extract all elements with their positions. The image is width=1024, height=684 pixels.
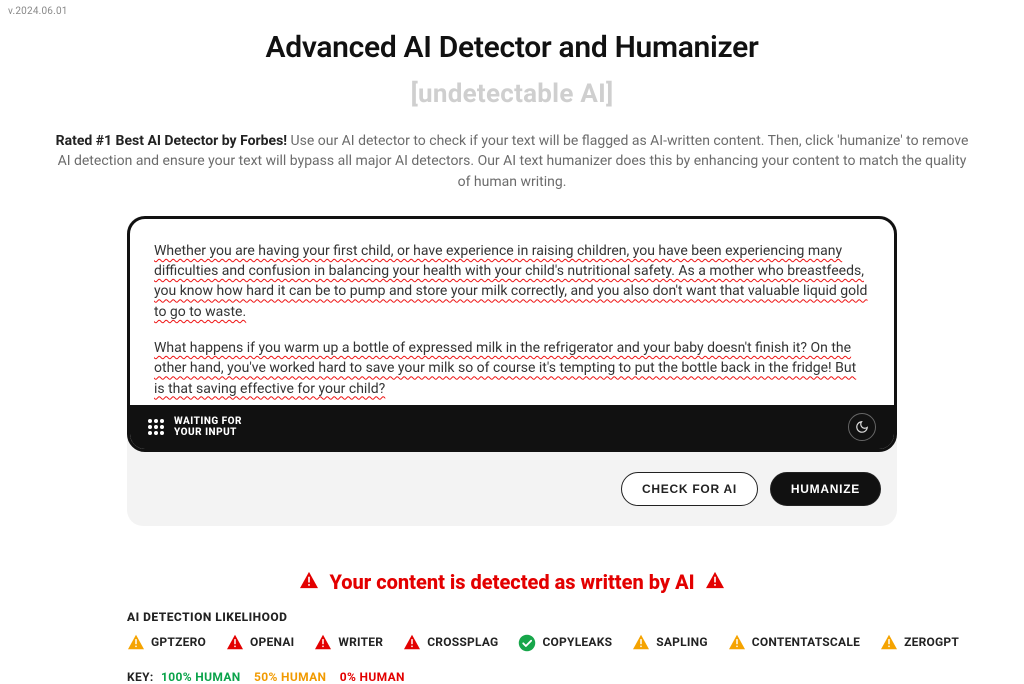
detectors-section: AI DETECTION LIKELIHOOD GPTZERO OPENAI WRI… [127, 610, 897, 684]
moon-icon [855, 420, 869, 434]
ai-detected-banner: Your content is detected as written by A… [299, 570, 724, 594]
warning-triangle-icon [880, 634, 898, 650]
detector-label: CONTENTATSCALE [752, 635, 860, 649]
editor-card: Whether you are having your first child,… [127, 216, 897, 452]
detector-item-zerogpt: ZEROGPT [880, 634, 959, 650]
warning-icon [705, 570, 725, 594]
detector-item-gptzero: GPTZERO [127, 634, 206, 650]
action-row: CHECK FOR AI HUMANIZE [127, 452, 897, 526]
humanize-button[interactable]: HUMANIZE [770, 472, 881, 506]
warning-triangle-icon [728, 634, 746, 650]
bracket-right: ] [606, 79, 613, 109]
warning-triangle-icon [632, 634, 650, 650]
warning-triangle-icon [403, 634, 421, 650]
status-waiting: WAITING FOR YOUR INPUT [148, 416, 242, 438]
legend-100-human: 100% HUMAN [161, 670, 241, 684]
warning-icon [299, 570, 319, 594]
editor-footer: WAITING FOR YOUR INPUT [130, 405, 894, 449]
page: Advanced AI Detector and Humanizer [unde… [0, 0, 1024, 684]
detector-label: GPTZERO [151, 635, 206, 649]
intro-text: Rated #1 Best AI Detector by Forbes! Use… [32, 131, 992, 192]
bracket-left: [ [411, 79, 418, 109]
warning-triangle-icon [314, 634, 332, 650]
detector-item-crossplag: CROSSPLAG [403, 634, 498, 650]
intro-strong: Rated #1 Best AI Detector by Forbes! [56, 133, 287, 149]
editor-panel: Whether you are having your first child,… [127, 216, 897, 526]
detector-item-copyleaks: COPYLEAKS [518, 634, 612, 650]
detector-item-openai: OPENAI [226, 634, 294, 650]
dark-mode-toggle[interactable] [848, 413, 876, 441]
detectors-row: GPTZERO OPENAI WRITER CROSSPLAG COPYLEAKS SAP… [127, 634, 897, 650]
detector-label: OPENAI [250, 635, 294, 649]
detector-item-writer: WRITER [314, 634, 383, 650]
editor-textarea[interactable]: Whether you are having your first child,… [130, 219, 894, 405]
detector-label: COPYLEAKS [542, 635, 612, 649]
legend-key: KEY: [127, 670, 154, 684]
detector-label: SAPLING [656, 635, 708, 649]
detectors-heading: AI DETECTION LIKELIHOOD [127, 610, 897, 624]
legend-50-human: 50% HUMAN [254, 670, 326, 684]
check-circle-icon [518, 634, 536, 650]
waiting-line-1: WAITING FOR [174, 416, 242, 427]
detector-label: CROSSPLAG [427, 635, 498, 649]
legend: KEY: 100% HUMAN 50% HUMAN 0% HUMAN [127, 670, 897, 684]
check-for-ai-button[interactable]: CHECK FOR AI [621, 472, 758, 506]
editor-paragraph-1: Whether you are having your first child,… [154, 243, 867, 320]
waiting-text: WAITING FOR YOUR INPUT [174, 416, 242, 438]
detector-label: WRITER [338, 635, 383, 649]
editor-paragraph-2: What happens if you warm up a bottle of … [154, 340, 856, 397]
warning-triangle-icon [226, 634, 244, 650]
waiting-line-2: YOUR INPUT [174, 427, 242, 438]
version-label: v.2024.06.01 [8, 6, 68, 17]
subtitle-text: undetectable AI [418, 79, 606, 109]
detector-label: ZEROGPT [904, 635, 959, 649]
detector-item-sapling: SAPLING [632, 634, 708, 650]
page-title: Advanced AI Detector and Humanizer [266, 30, 759, 65]
legend-0-human: 0% HUMAN [340, 670, 405, 684]
grid-dots-icon [148, 419, 164, 435]
detector-item-contentatscale: CONTENTATSCALE [728, 634, 860, 650]
banner-text: Your content is detected as written by A… [329, 570, 694, 594]
warning-triangle-icon [127, 634, 145, 650]
subtitle: [undetectable AI] [411, 79, 614, 109]
